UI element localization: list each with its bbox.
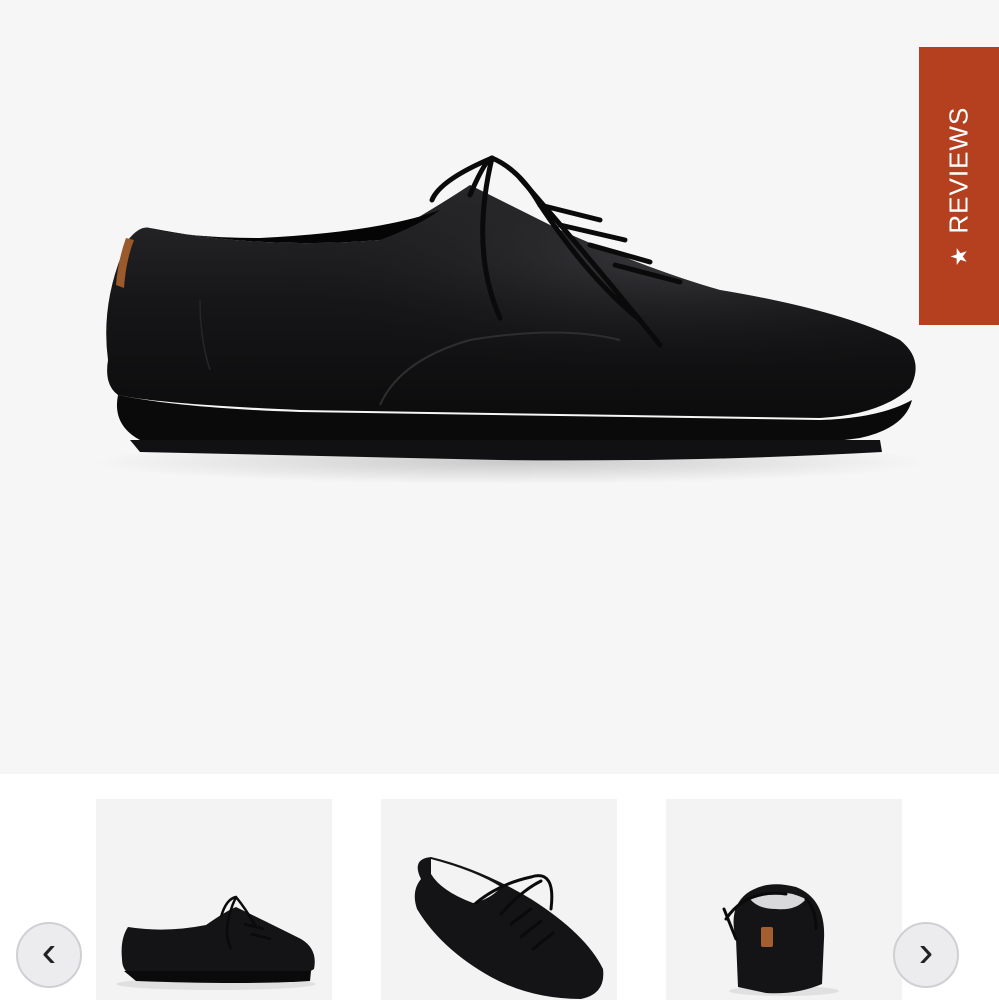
previous-image-button[interactable]: ‹: [16, 922, 82, 988]
shoe-side-thumbnail-image: [116, 895, 316, 990]
next-image-button[interactable]: ›: [893, 922, 959, 988]
star-icon: ★: [946, 245, 971, 266]
thumbnail-3[interactable]: [666, 799, 902, 1000]
thumbnail-2[interactable]: [381, 799, 617, 1000]
reviews-tab-content: ★ REVIEWS: [944, 106, 975, 266]
shoe-side-view-image: [90, 155, 930, 484]
shoe-top-angle-thumbnail-image: [414, 857, 604, 999]
product-gallery: ★ REVIEWS ‹ ›: [0, 0, 999, 1000]
chevron-left-icon: ‹: [41, 927, 57, 976]
chevron-right-icon: ›: [918, 927, 934, 976]
main-product-image[interactable]: ★ REVIEWS: [0, 0, 999, 774]
thumbnail-1[interactable]: [96, 799, 332, 1000]
thumbnail-strip: ‹ ›: [0, 774, 999, 1000]
shoe-rear-thumbnail-image: [722, 884, 839, 996]
reviews-tab-button[interactable]: ★ REVIEWS: [919, 47, 999, 325]
reviews-tab-label: REVIEWS: [943, 106, 974, 234]
